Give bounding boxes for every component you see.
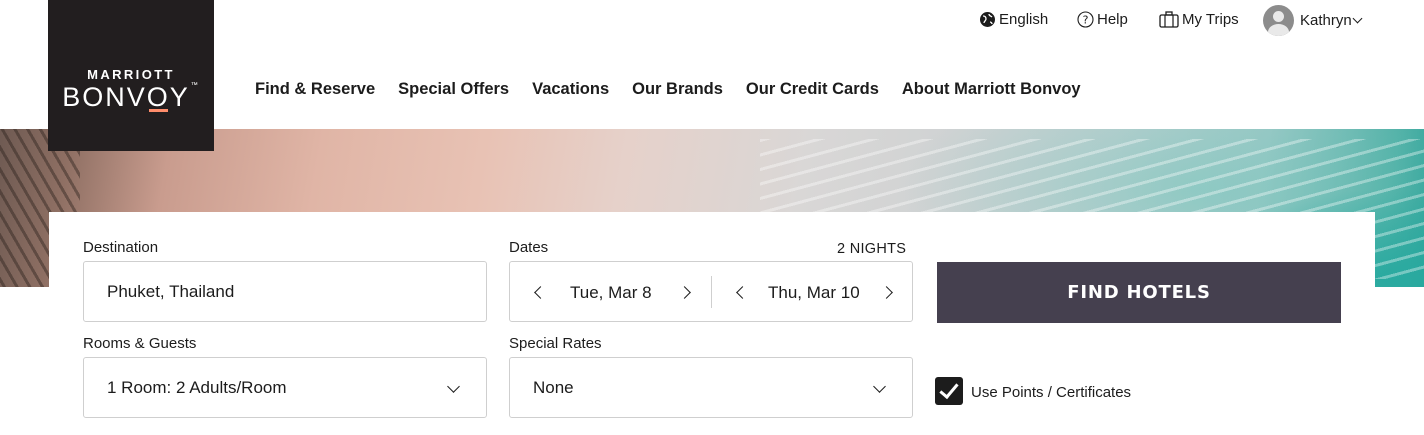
check-out-prev-arrow[interactable]: [736, 286, 749, 299]
check-in-prev-arrow[interactable]: [534, 286, 547, 299]
nav-item-find-reserve[interactable]: Find & Reserve: [255, 80, 375, 99]
destination-label: Destination: [83, 239, 159, 256]
use-points-checkbox[interactable]: [935, 377, 963, 405]
help-link[interactable]: ? Help: [1076, 10, 1128, 28]
check-out-date[interactable]: Thu, Mar 10: [768, 283, 860, 303]
main-nav: Find & Reserve Special Offers Vacations …: [255, 80, 1104, 99]
nights-count: 2 NIGHTS: [837, 241, 907, 257]
find-hotels-button[interactable]: FIND HOTELS: [937, 262, 1341, 323]
check-in-next-arrow[interactable]: [678, 286, 691, 299]
help-circle-icon: ?: [1076, 10, 1094, 28]
user-name: Kathryn: [1300, 12, 1352, 29]
special-rates-value: None: [533, 377, 574, 397]
hotel-search-panel: Destination Phuket, Thailand Dates 2 NIG…: [49, 212, 1375, 435]
help-label: Help: [1097, 10, 1128, 28]
chevron-down-icon: [447, 380, 460, 393]
destination-value: Phuket, Thailand: [107, 281, 235, 301]
language-selector[interactable]: English: [978, 10, 1048, 28]
dates-label: Dates: [509, 239, 549, 256]
nav-item-credit-cards[interactable]: Our Credit Cards: [746, 80, 879, 99]
globe-icon: [978, 10, 996, 28]
rooms-guests-value: 1 Room: 2 Adults/Room: [107, 377, 287, 397]
nav-item-about[interactable]: About Marriott Bonvoy: [902, 80, 1081, 99]
special-rates-label: Special Rates: [509, 335, 602, 352]
chevron-down-icon: [873, 380, 886, 393]
account-menu[interactable]: Kathryn: [1263, 5, 1363, 36]
marriott-bonvoy-logo[interactable]: MARRIOTT BONVOY™: [48, 0, 214, 151]
svg-text:?: ?: [1082, 13, 1088, 26]
nav-item-special-offers[interactable]: Special Offers: [398, 80, 509, 99]
special-rates-select[interactable]: None: [509, 357, 913, 418]
check-out-next-arrow[interactable]: [880, 286, 893, 299]
check-in-date[interactable]: Tue, Mar 8: [570, 283, 652, 303]
user-avatar-icon: [1263, 5, 1294, 36]
destination-field[interactable]: Phuket, Thailand: [83, 261, 487, 322]
dates-field[interactable]: Tue, Mar 8 Thu, Mar 10: [509, 261, 913, 322]
nav-item-our-brands[interactable]: Our Brands: [632, 80, 723, 99]
rooms-guests-label: Rooms & Guests: [83, 335, 197, 352]
chevron-down-icon: [1352, 13, 1363, 24]
my-trips-label: My Trips: [1182, 10, 1239, 28]
logo-line-2: BONVOY™: [62, 82, 200, 112]
use-points-label[interactable]: Use Points / Certificates: [971, 384, 1131, 401]
rooms-guests-select[interactable]: 1 Room: 2 Adults/Room: [83, 357, 487, 418]
nav-item-vacations[interactable]: Vacations: [532, 80, 609, 99]
my-trips-link[interactable]: My Trips: [1158, 10, 1239, 28]
dates-divider: [711, 276, 712, 308]
language-label: English: [999, 10, 1049, 28]
suitcase-icon: [1158, 10, 1179, 28]
logo-line-1: MARRIOTT: [87, 67, 175, 82]
